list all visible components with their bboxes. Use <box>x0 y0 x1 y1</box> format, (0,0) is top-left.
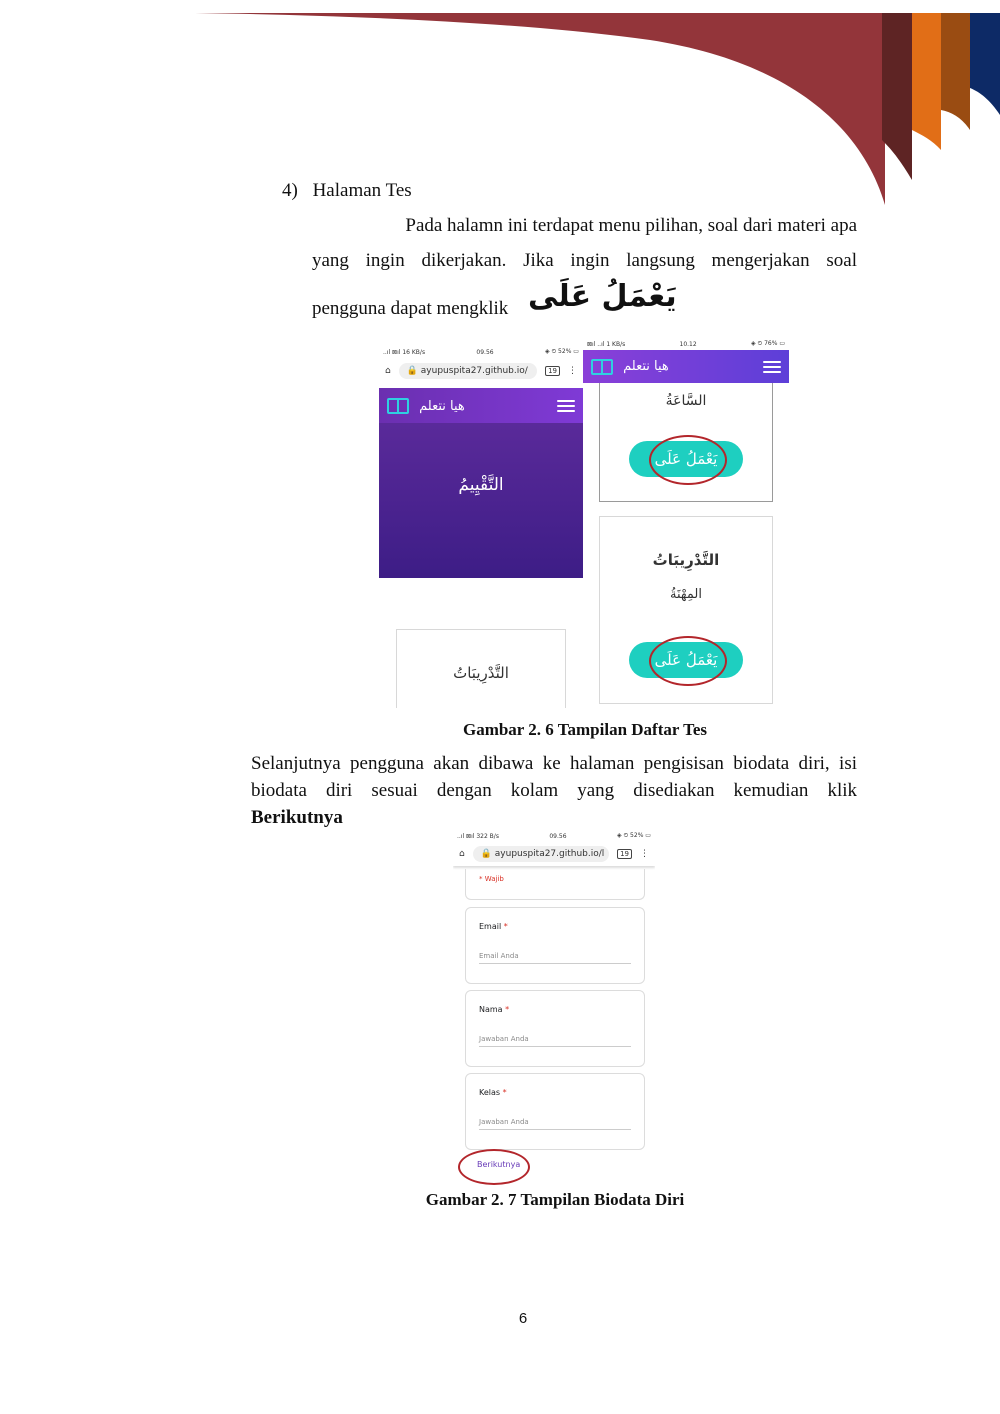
status-time: 09.56 <box>549 832 567 840</box>
figure1-caption: Gambar 2. 6 Tampilan Daftar Tes <box>462 720 708 739</box>
heading-number: 4) <box>282 180 298 201</box>
app-bar: هيا نتعلم <box>379 388 583 424</box>
figure1-right-phone: ⊠ıl ..ıl 1 KB/s 10.12 ◈ ⏲ 76% ▭ السَّاعَ… <box>583 338 789 708</box>
para2-line3: Berikutnya <box>251 807 343 828</box>
tab-count-icon[interactable]: 19 <box>545 366 560 376</box>
home-icon[interactable]: ⌂ <box>459 849 465 859</box>
class-field[interactable]: Jawaban Anda <box>479 1118 631 1130</box>
highlight-ring-2 <box>649 636 727 686</box>
header-decoration <box>195 13 1000 205</box>
more-menu-icon[interactable]: ⋮ <box>640 849 649 859</box>
arabic-inline-term: يَعْمَلُ عَلَى <box>528 279 677 314</box>
required-mark: * <box>505 1005 510 1014</box>
highlight-ring-next <box>458 1149 530 1185</box>
para1-line1: Pada halamn ini terdapat menu pilihan, s… <box>405 215 857 236</box>
heading-text: Halaman Tes <box>312 180 412 201</box>
url-field[interactable]: 🔒 ayupuspita27.github.io/ <box>398 363 538 379</box>
section-heading: 4) Halaman Tes <box>282 173 412 208</box>
card-title: التَّدْرِيبَاتُ <box>453 664 509 682</box>
figure2-caption: Gambar 2. 7 Tampilan Biodata Diri <box>425 1190 685 1209</box>
app-bar: هيا نتعلم <box>583 350 789 383</box>
email-label-text: Email <box>479 922 502 931</box>
para2-line2: biodata diri sesuai dengan kolam yang di… <box>251 780 857 801</box>
email-field-card: Email * Email Anda <box>465 907 645 984</box>
card-subtitle: المِهْنَةُ <box>670 587 702 602</box>
hamburger-menu-icon[interactable] <box>763 360 781 373</box>
exercise-card[interactable]: التَّدْرِيبَاتُ <box>396 629 566 708</box>
card-subtitle: السَّاعَةُ <box>665 393 707 409</box>
header-brown-ribbon <box>941 13 970 130</box>
status-right: ◈ ⏲ 52% ▭ <box>616 832 651 839</box>
app-title: هيا نتعلم <box>623 359 669 374</box>
name-field[interactable]: Jawaban Anda <box>479 1035 631 1047</box>
url-field[interactable]: 🔒 ayupuspita27.github.io/l <box>472 846 610 862</box>
url-text: ayupuspita27.github.io/l <box>494 849 605 859</box>
card-title: التَّدْرِيبَاتُ <box>652 551 720 569</box>
header-navy-ribbon <box>970 13 1000 115</box>
required-mark: * <box>503 922 508 931</box>
highlight-ring-1 <box>649 435 727 485</box>
para1-line2: yang ingin dikerjakan. Jika ingin langsu… <box>312 250 857 271</box>
name-field-card: Nama * Jawaban Anda <box>465 990 645 1067</box>
name-label-text: Nama <box>479 1005 503 1014</box>
statusbar: ..ıl ⊠ıl 16 KB/s 09.56 ◈ ⏲ 52% ▭ <box>379 345 583 359</box>
hero-text: التَّقْيِيمُ <box>458 475 504 495</box>
figure1-left-phone: ..ıl ⊠ıl 16 KB/s 09.56 ◈ ⏲ 52% ▭ ⌂ 🔒 ayu… <box>379 345 583 708</box>
hero-banner: التَّقْيِيمُ <box>379 423 583 578</box>
book-logo-icon <box>387 398 409 414</box>
name-label: Nama * <box>479 1005 509 1014</box>
status-left: ..ıl ⊠ıl 16 KB/s <box>383 348 426 356</box>
status-time: 09.56 <box>476 348 494 356</box>
required-mark: * <box>502 1088 507 1097</box>
para1-line3: pengguna dapat mengklik <box>312 291 508 326</box>
status-right: ◈ ⏲ 76% ▭ <box>750 340 785 347</box>
header-orange-ribbon <box>912 13 941 150</box>
browser-urlbar: ⌂ 🔒 ayupuspita27.github.io/ 19 ⋮ <box>379 359 583 383</box>
tab-count-icon[interactable]: 19 <box>617 849 632 859</box>
app-title: هيا نتعلم <box>419 398 465 414</box>
url-text: ayupuspita27.github.io/ <box>420 366 528 376</box>
required-note: * Wajib <box>479 875 504 883</box>
book-logo-icon <box>591 358 613 375</box>
more-menu-icon[interactable]: ⋮ <box>568 366 577 376</box>
status-left: ⊠ıl ..ıl 1 KB/s <box>587 340 626 348</box>
status-right: ◈ ⏲ 52% ▭ <box>544 348 579 355</box>
class-label: Kelas * <box>479 1088 507 1097</box>
class-label-text: Kelas <box>479 1088 501 1097</box>
header-dark-ribbon <box>882 13 912 180</box>
statusbar: ⊠ıl ..ıl 1 KB/s 10.12 ◈ ⏲ 76% ▭ <box>583 338 789 350</box>
para1-line3-text: pengguna dapat mengklik <box>312 298 509 319</box>
status-left: ..ıl ⊠ıl 322 B/s <box>457 832 499 840</box>
statusbar: ..ıl ⊠ıl 322 B/s 09.56 ◈ ⏲ 52% ▭ <box>453 830 655 842</box>
status-time: 10.12 <box>679 340 697 348</box>
para2-line1: Selanjutnya pengguna akan dibawa ke hala… <box>251 753 857 774</box>
class-field-card: Kelas * Jawaban Anda <box>465 1073 645 1150</box>
browser-urlbar: ⌂ 🔒 ayupuspita27.github.io/l 19 ⋮ <box>453 842 655 866</box>
form-header-card: * Wajib <box>465 869 645 900</box>
hamburger-menu-icon[interactable] <box>557 400 575 412</box>
email-field[interactable]: Email Anda <box>479 952 631 964</box>
page-number: 6 <box>518 1310 528 1327</box>
email-label: Email * <box>479 922 508 931</box>
home-icon[interactable]: ⌂ <box>385 366 391 376</box>
